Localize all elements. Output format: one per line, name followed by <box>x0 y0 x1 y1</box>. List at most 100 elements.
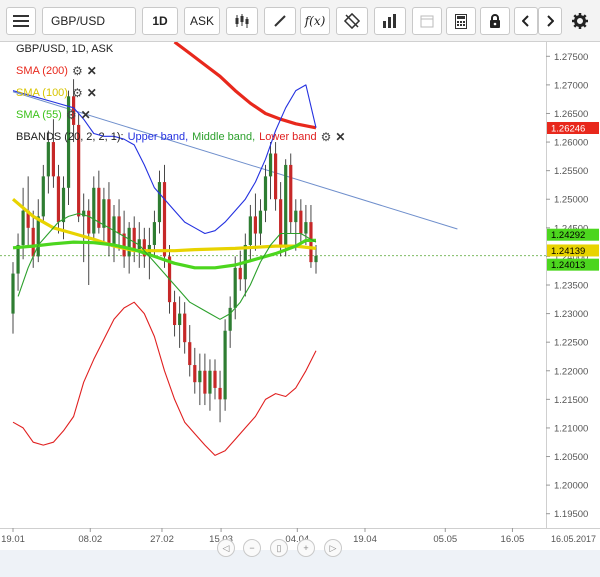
calculator-button[interactable] <box>446 7 476 35</box>
legend-upper-band: Upper band, <box>127 131 189 143</box>
y-tick-label: 1.21000 <box>554 423 588 434</box>
candle-body <box>21 210 25 245</box>
legend-sma100-label: SMA (100) <box>16 87 68 99</box>
candle-body <box>173 302 177 326</box>
prev-button[interactable] <box>514 7 538 35</box>
y-tick-label: 1.27500 <box>554 52 588 63</box>
volume-button[interactable] <box>374 7 406 35</box>
draw-tool-button[interactable] <box>264 7 296 35</box>
y-tick-label: 1.27000 <box>554 80 588 91</box>
chart-area[interactable]: 1.27500 1.27000 1.26500 1.26000 1.25500 1.250… <box>0 42 600 577</box>
candle-body <box>41 176 45 217</box>
candle-body <box>183 313 187 343</box>
scroll-left-button[interactable]: ◁ <box>217 539 235 557</box>
y-tick-label: 1.21500 <box>554 395 588 406</box>
price-label-text: 1.24139 <box>551 246 585 257</box>
y-tick-label: 1.25000 <box>554 195 588 206</box>
candle-body <box>61 187 66 223</box>
candle-body <box>233 267 237 308</box>
zoom-in-button[interactable]: + <box>297 539 315 557</box>
candle-body <box>157 182 162 223</box>
price-label-text: 1.26246 <box>551 123 585 134</box>
price-label-text: 1.24013 <box>551 260 585 271</box>
zoom-out-button[interactable]: − <box>243 539 261 557</box>
legend-middle-band: Middle band, <box>192 131 256 143</box>
candle-body <box>31 227 35 257</box>
legend-lower-band: Lower band <box>259 131 317 143</box>
lock-button[interactable] <box>480 7 510 35</box>
close-icon[interactable]: ✕ <box>335 130 345 144</box>
symbol-selector[interactable]: GBP/USD <box>42 7 136 35</box>
indicators-button[interactable]: f(x) <box>300 7 330 35</box>
candle-body <box>304 222 308 234</box>
candle-body <box>102 199 106 228</box>
candle-body <box>11 273 15 314</box>
close-icon[interactable]: ✕ <box>81 108 91 122</box>
gear-icon[interactable]: ⚙ <box>72 86 83 100</box>
candle-body <box>188 342 192 366</box>
x-tick-label: 16.05 <box>501 534 525 545</box>
candle-body <box>162 182 167 257</box>
reset-view-button[interactable]: ▯ <box>270 539 288 557</box>
candle-body <box>223 330 227 400</box>
menu-button[interactable] <box>6 7 36 35</box>
candle-body <box>263 176 268 211</box>
candle-body <box>117 216 121 234</box>
next-button[interactable] <box>538 7 562 35</box>
series-line-sma-200 <box>173 42 317 130</box>
legend-instrument-label: GBP/USD, 1D, ASK <box>16 43 114 55</box>
candle-body <box>258 210 263 234</box>
candlestick-type-icon <box>235 14 249 28</box>
series-line-lower-band <box>12 301 317 456</box>
gear-icon[interactable]: ⚙ <box>66 108 77 122</box>
candle-body <box>274 153 278 200</box>
x-tick-label-date: 16.05.2017 <box>551 534 596 544</box>
symbol-label: GBP/USD <box>51 14 106 28</box>
legend-sma200: SMA (200) ⚙ ✕ <box>16 64 97 78</box>
candle-body <box>203 370 207 394</box>
y-tick-label: 1.19500 <box>554 509 588 520</box>
y-tick-label: 1.22000 <box>554 366 588 377</box>
candle-body <box>299 210 303 234</box>
candle-body <box>178 313 182 326</box>
candle-body <box>268 153 273 177</box>
candle-body <box>132 227 136 251</box>
next-icon <box>547 15 554 27</box>
legend-bbands: BBANDS (20, 2, 2, 1): Upper band, Middle… <box>16 130 345 144</box>
candle-body <box>46 142 50 177</box>
candle-body <box>279 199 283 245</box>
y-tick-label: 1.23000 <box>554 309 588 320</box>
legend-sma55: SMA (55) ⚙ ✕ <box>16 108 91 122</box>
prev-icon <box>522 15 529 27</box>
y-tick-label: 1.25500 <box>554 166 588 177</box>
candle-body <box>208 370 212 394</box>
calculator-icon <box>455 13 467 29</box>
price-side-selector[interactable]: ASK <box>184 7 220 35</box>
function-icon: f(x) <box>304 14 326 28</box>
timeframe-selector[interactable]: 1D <box>142 7 178 35</box>
x-tick-label: 19.01 <box>1 534 25 545</box>
scroll-right-button[interactable]: ▷ <box>324 539 342 557</box>
candle-body <box>16 244 20 274</box>
candle-body <box>193 365 197 383</box>
y-tick-label: 1.26500 <box>554 109 588 120</box>
candle-body <box>248 216 252 245</box>
crosshair-off-icon <box>344 13 360 29</box>
close-icon[interactable]: ✕ <box>87 64 97 78</box>
gear-icon[interactable]: ⚙ <box>72 64 83 78</box>
y-tick-label: 1.20000 <box>554 481 588 492</box>
draw-line-icon <box>274 15 286 27</box>
gear-icon[interactable]: ⚙ <box>321 130 332 144</box>
candle-body <box>36 216 40 257</box>
x-tick-label: 08.02 <box>78 534 102 545</box>
legend-sma200-label: SMA (200) <box>16 65 68 77</box>
chart-type-button[interactable] <box>226 7 258 35</box>
crosshair-button[interactable] <box>336 7 368 35</box>
volume-bars-icon <box>383 14 396 28</box>
close-icon[interactable]: ✕ <box>87 86 97 100</box>
calendar-button[interactable] <box>412 7 442 35</box>
x-tick-label: 27.02 <box>150 534 174 545</box>
settings-button[interactable] <box>566 7 594 35</box>
candle-body <box>92 187 96 234</box>
price-chart[interactable]: 1.27500 1.27000 1.26500 1.26000 1.25500 1.250… <box>0 42 600 577</box>
